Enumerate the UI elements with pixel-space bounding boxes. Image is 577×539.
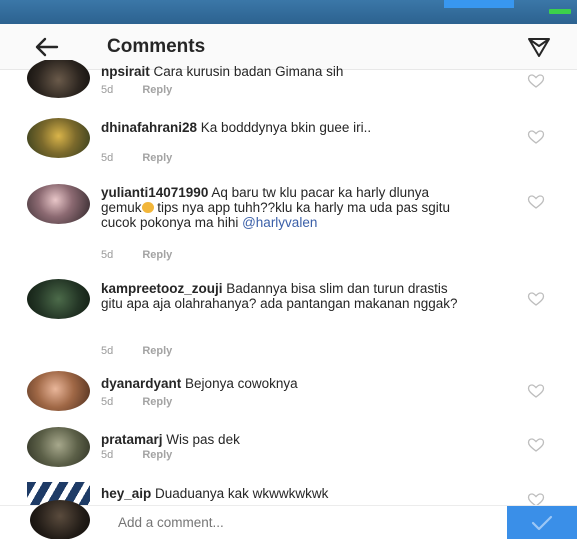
comment-meta: 5d Reply <box>101 152 172 164</box>
comment-row: kampreetooz_zouji Badannya bisa slim dan… <box>0 279 577 369</box>
comment-text: dyanardyant Bejonya cowoknya <box>101 376 511 391</box>
comment-text: kampreetooz_zouji Badannya bisa slim dan… <box>101 281 461 311</box>
post-comment-button[interactable] <box>507 506 577 539</box>
comment-username[interactable]: npsirait <box>101 64 150 79</box>
avatar[interactable] <box>27 427 90 467</box>
reply-button[interactable]: Reply <box>142 449 172 461</box>
heart-outline-icon[interactable] <box>527 194 545 210</box>
reply-button[interactable]: Reply <box>142 249 172 261</box>
heart-outline-icon[interactable] <box>527 129 545 145</box>
comment-time: 5d <box>101 345 114 357</box>
comment-text: dhinafahrani28 Ka bodddynya bkin guee ir… <box>101 120 501 135</box>
reply-button[interactable]: Reply <box>142 84 172 96</box>
comment-row: yulianti14071990 Aq baru tw klu pacar ka… <box>0 183 577 269</box>
comment-username[interactable]: dhinafahrani28 <box>101 120 197 135</box>
comment-row: dhinafahrani28 Ka bodddynya bkin guee ir… <box>0 115 577 175</box>
comment-username[interactable]: yulianti14071990 <box>101 185 208 200</box>
comment-time: 5d <box>101 449 114 461</box>
comment-message: Duaduanya kak wkwwkwkwk <box>155 486 329 501</box>
current-user-avatar <box>30 500 90 539</box>
comment-text: npsirait Cara kurusin badan Gimana sih <box>101 64 511 79</box>
comment-row: npsirait Cara kurusin badan Gimana sih 5… <box>0 60 577 106</box>
comment-text: pratamarj Wis pas dek <box>101 432 511 447</box>
comment-message: Bejonya cowoknya <box>185 376 298 391</box>
heart-outline-icon[interactable] <box>527 73 545 89</box>
page-title: Comments <box>107 36 206 57</box>
comment-text: hey_aip Duaduanya kak wkwwkwkwk <box>101 486 511 501</box>
status-bar-highlight <box>444 0 514 8</box>
avatar[interactable] <box>27 184 90 224</box>
battery-icon <box>549 9 571 14</box>
comment-time: 5d <box>101 84 114 96</box>
comment-row: hey_aip Duaduanya kak wkwwkwkwk <box>0 482 577 505</box>
paper-plane-icon <box>528 38 550 57</box>
comment-input[interactable] <box>118 515 498 530</box>
comment-meta: 5d Reply <box>101 449 172 461</box>
comment-composer <box>0 500 577 539</box>
comment-message: Wis pas dek <box>166 432 240 447</box>
comment-time: 5d <box>101 152 114 164</box>
heart-outline-icon[interactable] <box>527 291 545 307</box>
comment-meta: 5d Reply <box>101 396 172 408</box>
heart-outline-icon[interactable] <box>527 437 545 453</box>
comment-meta: 5d Reply <box>101 84 172 96</box>
comment-message: Cara kurusin badan Gimana sih <box>153 64 344 79</box>
comment-time: 5d <box>101 249 114 261</box>
heart-outline-icon[interactable] <box>527 383 545 399</box>
comment-row: pratamarj Wis pas dek 5d Reply <box>0 427 577 479</box>
comment-username[interactable]: kampreetooz_zouji <box>101 281 223 296</box>
reply-button[interactable]: Reply <box>142 396 172 408</box>
arrow-left-icon <box>35 37 59 57</box>
back-button[interactable] <box>30 32 64 62</box>
reply-button[interactable]: Reply <box>142 345 172 357</box>
comment-row: dyanardyant Bejonya cowoknya 5d Reply <box>0 371 577 423</box>
comment-list[interactable]: npsirait Cara kurusin badan Gimana sih 5… <box>0 60 577 505</box>
heart-outline-icon[interactable] <box>527 492 545 505</box>
comment-text: yulianti14071990 Aq baru tw klu pacar ka… <box>101 185 461 230</box>
comment-username[interactable]: pratamarj <box>101 432 163 447</box>
avatar[interactable] <box>27 279 90 319</box>
direct-share-button[interactable] <box>522 32 556 62</box>
comment-username[interactable]: dyanardyant <box>101 376 181 391</box>
comment-message: Ka bodddynya bkin guee iri.. <box>200 120 372 135</box>
comment-meta: 5d Reply <box>101 249 172 261</box>
smiley-emoji-icon <box>141 202 154 213</box>
avatar[interactable] <box>27 60 90 98</box>
reply-button[interactable]: Reply <box>142 152 172 164</box>
avatar[interactable] <box>27 371 90 411</box>
comment-username[interactable]: hey_aip <box>101 486 151 501</box>
avatar[interactable] <box>27 118 90 158</box>
mention-link[interactable]: @harlyvalen <box>242 215 317 230</box>
comment-meta: 5d Reply <box>101 345 172 357</box>
comment-time: 5d <box>101 396 114 408</box>
status-bar <box>0 0 577 24</box>
checkmark-icon <box>531 515 553 531</box>
